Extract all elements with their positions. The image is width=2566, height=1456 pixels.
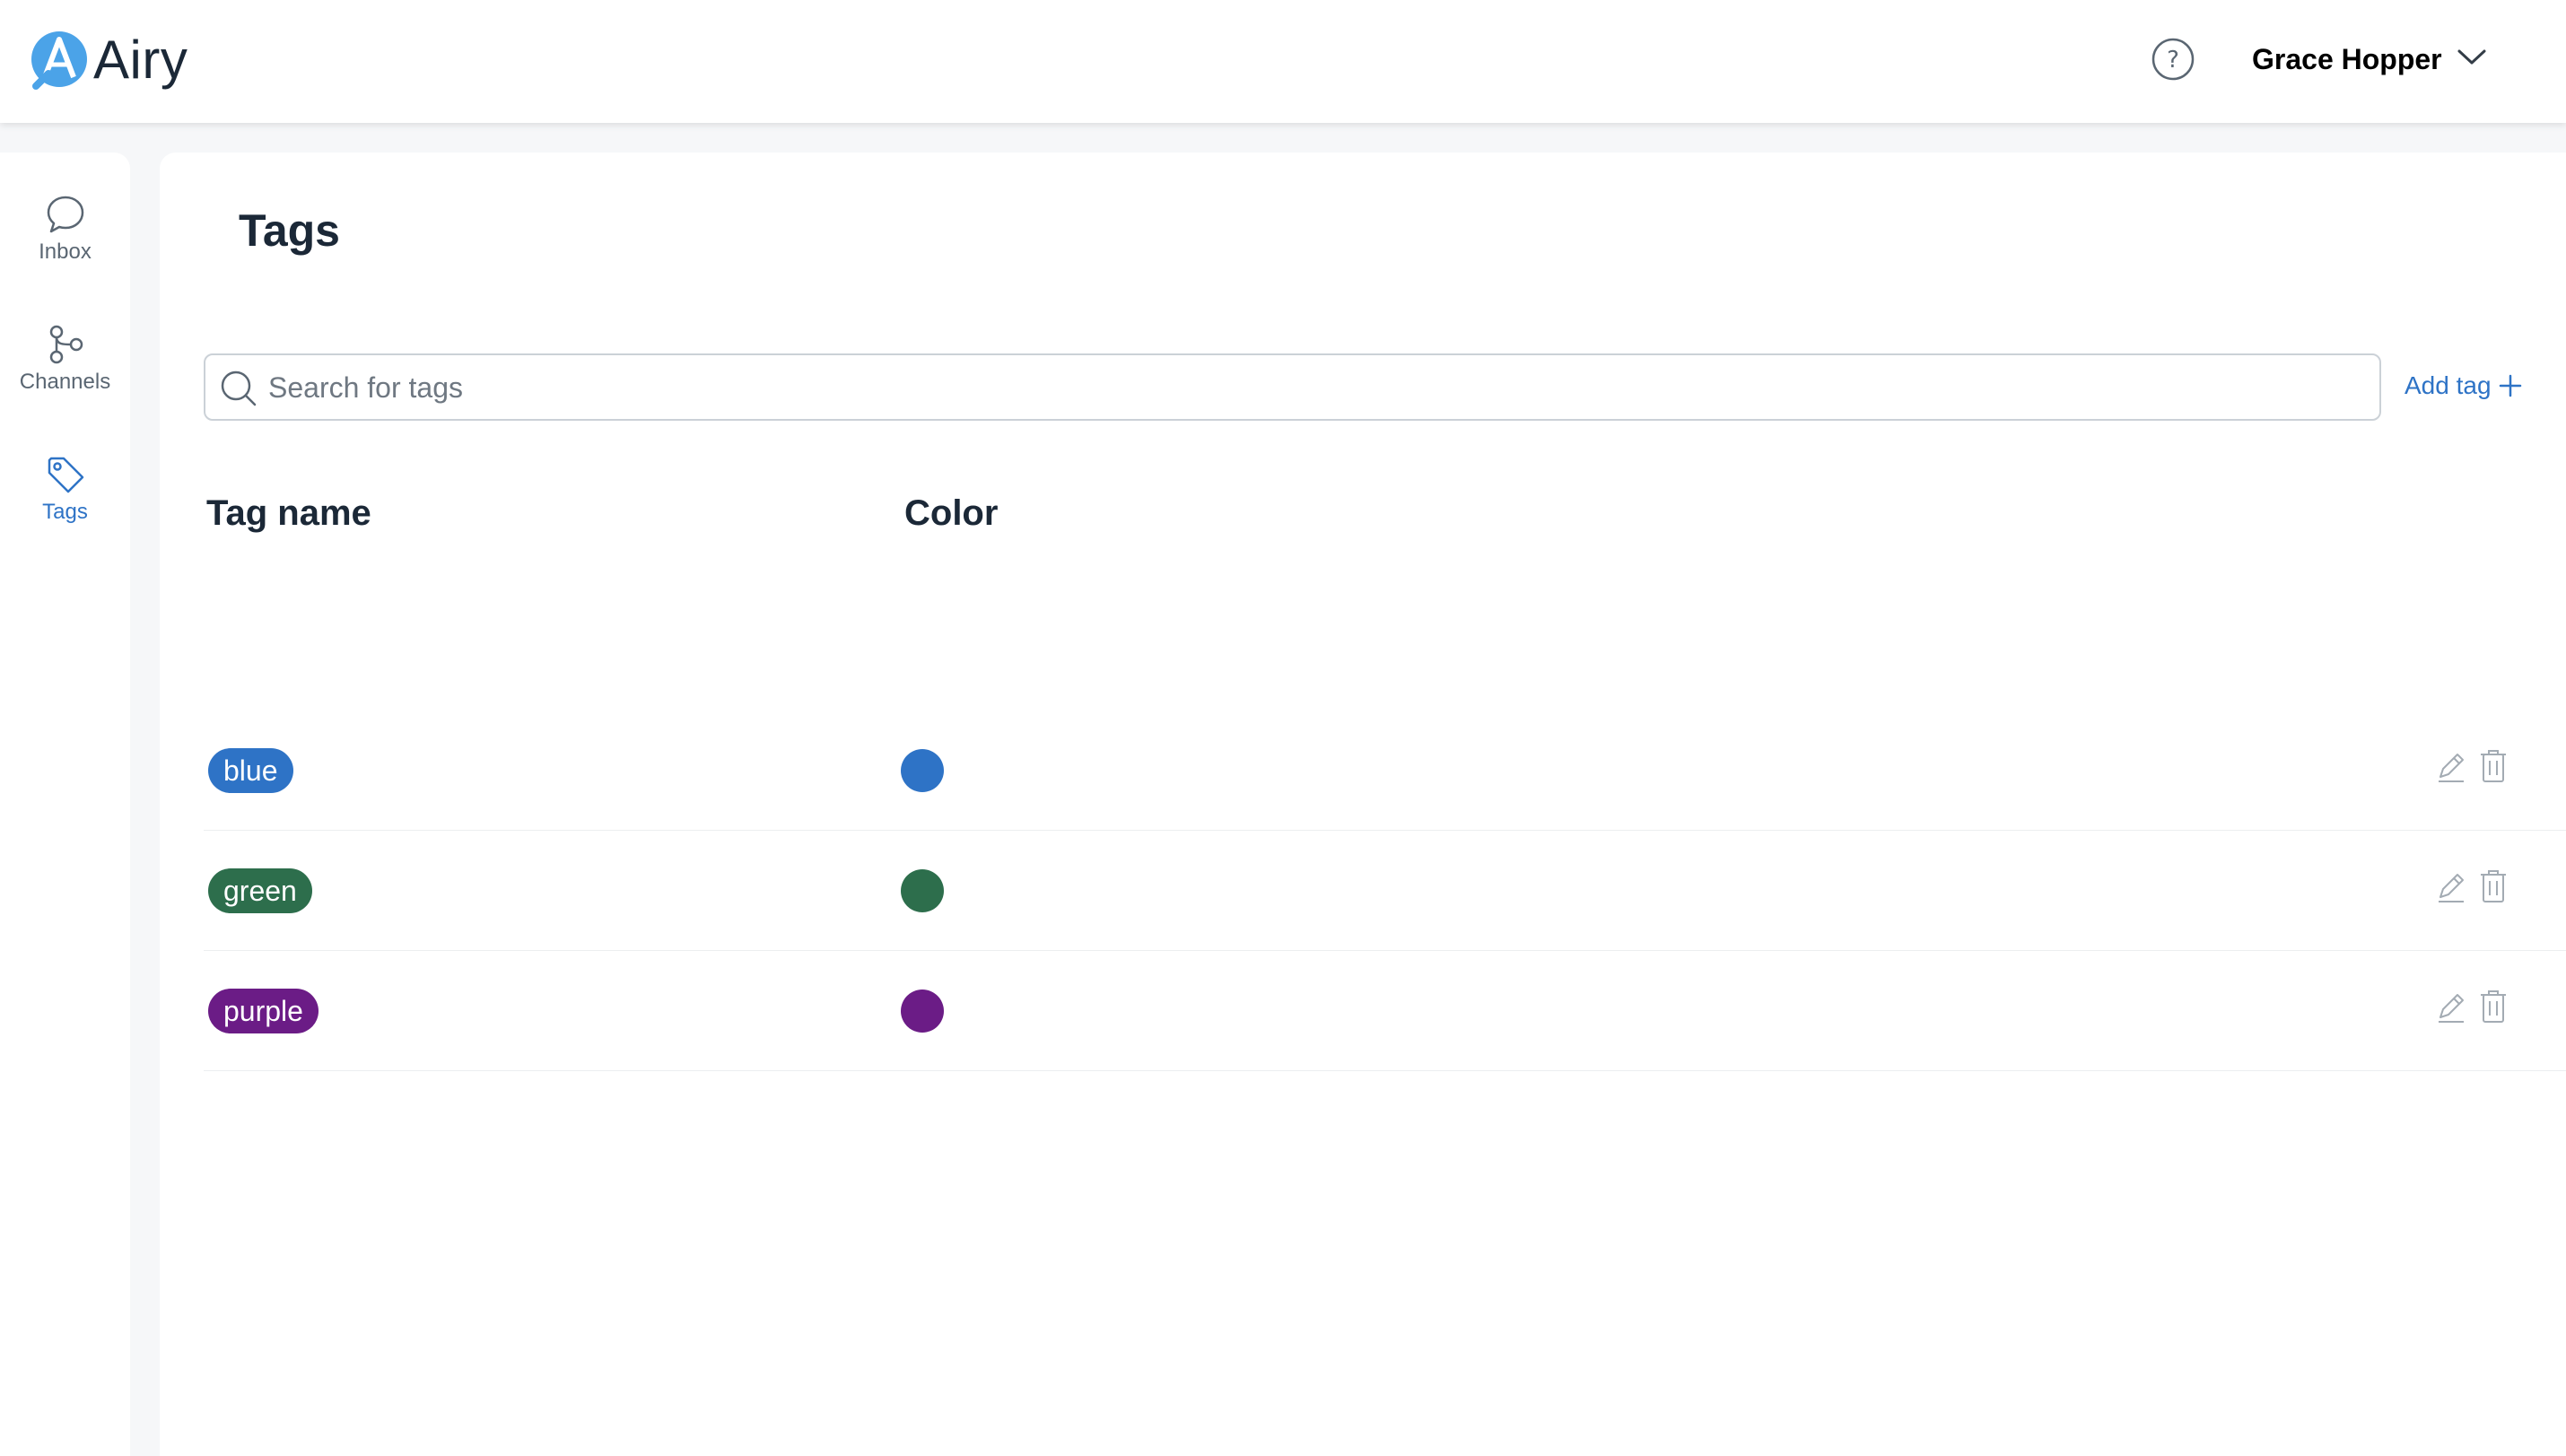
edit-pencil-icon[interactable] [2436,750,2466,784]
add-tag-button[interactable]: Add tag [2405,368,2522,404]
chevron-down-icon[interactable] [2456,43,2488,72]
tag-pill: blue [208,748,293,793]
user-name[interactable]: Grace Hopper [2252,39,2442,79]
trash-icon[interactable] [2478,748,2509,784]
color-swatch [901,749,944,792]
logo-text: Airy [93,29,188,90]
table-row: purple [204,951,2566,1071]
chat-bubble-icon [47,196,83,233]
search-input[interactable] [268,362,2359,413]
search-icon [221,371,257,406]
color-swatch [901,869,944,912]
main-panel: Tags Add tag Tag name Color blue green [160,153,2566,1456]
edit-pencil-icon[interactable] [2436,990,2466,1024]
tag-pill: green [208,868,312,913]
color-swatch [901,990,944,1033]
column-header-tag-name: Tag name [206,493,371,533]
sidebar-item-label: Inbox [39,240,92,264]
sidebar-item-label: Tags [42,500,88,524]
edit-pencil-icon[interactable] [2436,870,2466,904]
top-bar: Airy ? Grace Hopper [0,0,2566,123]
help-circle-icon[interactable]: ? [2151,37,2195,82]
sidebar: Inbox Channels Tags [0,153,130,1456]
svg-text:?: ? [2167,47,2179,74]
page-title: Tags [239,205,340,256]
table-row: blue [204,711,2566,831]
trash-icon[interactable] [2478,868,2509,904]
sidebar-item-tags[interactable]: Tags [0,453,130,561]
column-header-color: Color [904,493,999,533]
table-row: green [204,831,2566,951]
sidebar-item-channels[interactable]: Channels [0,323,130,431]
sidebar-item-inbox[interactable]: Inbox [0,193,130,301]
plus-icon [2499,374,2521,397]
channels-icon [49,325,83,364]
airy-logo-icon [31,31,87,90]
sidebar-item-label: Channels [19,370,111,394]
add-tag-label: Add tag [2405,371,2492,399]
airy-logo[interactable]: Airy [29,27,188,92]
tag-pill: purple [208,989,319,1033]
search-box[interactable] [204,353,2381,421]
trash-icon[interactable] [2478,989,2509,1024]
tag-icon [48,457,83,493]
